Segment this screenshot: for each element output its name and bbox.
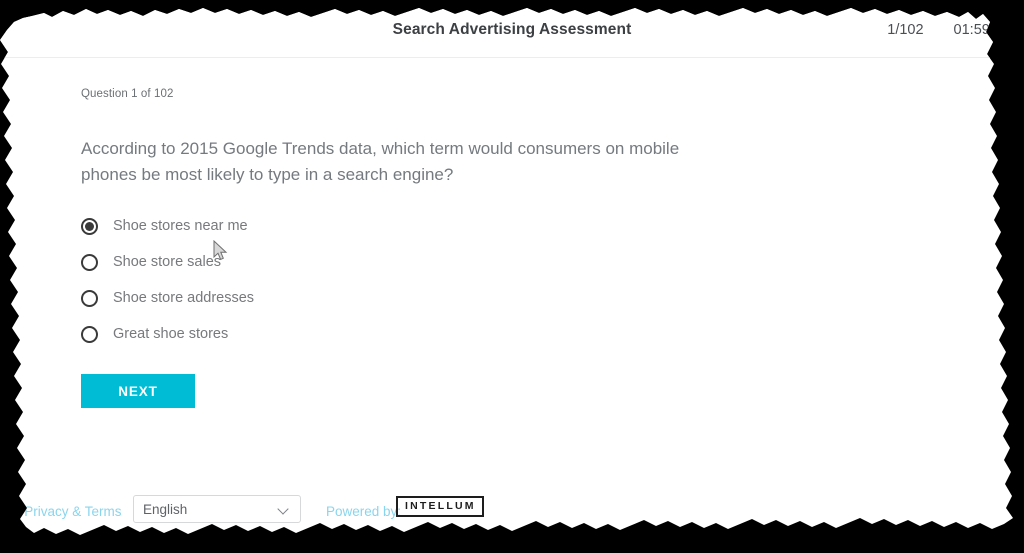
- answer-option-3-label: Shoe store addresses: [113, 290, 255, 306]
- language-select[interactable]: English: [133, 495, 301, 523]
- intellum-logo: INTELLUM: [396, 496, 484, 517]
- header-status-group: 1/102 01:59:36: [887, 22, 1010, 38]
- chevron-down-icon: [278, 504, 289, 515]
- countdown-timer: 01:59:36: [953, 22, 1010, 38]
- question-progress-label: Question 1 of 102: [81, 88, 174, 100]
- app-header: Search Advertising Assessment 1/102 01:5…: [0, 0, 1024, 58]
- answer-option-2-label: Shoe store sales: [113, 254, 222, 270]
- answer-option-2[interactable]: Shoe store sales: [81, 248, 254, 276]
- answer-option-1[interactable]: Shoe stores near me: [81, 212, 254, 240]
- next-button[interactable]: NEXT: [81, 374, 195, 408]
- radio-button-4[interactable]: [81, 326, 98, 343]
- language-select-value: English: [143, 501, 188, 517]
- radio-button-1[interactable]: [81, 218, 98, 235]
- page-footer: n Privacy & Terms English Powered by: IN…: [0, 494, 1024, 528]
- screen: Search Advertising Assessment 1/102 01:5…: [0, 0, 1024, 553]
- answer-option-4-label: Great shoe stores: [113, 326, 229, 342]
- answer-option-4[interactable]: Great shoe stores: [81, 320, 254, 348]
- radio-button-3[interactable]: [81, 290, 98, 307]
- powered-by-label: Powered by:: [326, 503, 402, 519]
- answer-option-3[interactable]: Shoe store addresses: [81, 284, 254, 312]
- answer-option-1-label: Shoe stores near me: [113, 218, 248, 234]
- question-text: According to 2015 Google Trends data, wh…: [81, 139, 680, 184]
- radio-button-2[interactable]: [81, 254, 98, 271]
- page-title: Search Advertising Assessment: [392, 21, 632, 38]
- answer-options-list[interactable]: Shoe stores near me Shoe store sales Sho…: [81, 212, 254, 356]
- question-block: Question 1 of 102 According to 2015 Goog…: [81, 88, 861, 188]
- privacy-terms-link[interactable]: n Privacy & Terms: [13, 504, 122, 519]
- question-counter-badge: 1/102: [887, 22, 924, 38]
- assessment-page: Search Advertising Assessment 1/102 01:5…: [0, 0, 1024, 553]
